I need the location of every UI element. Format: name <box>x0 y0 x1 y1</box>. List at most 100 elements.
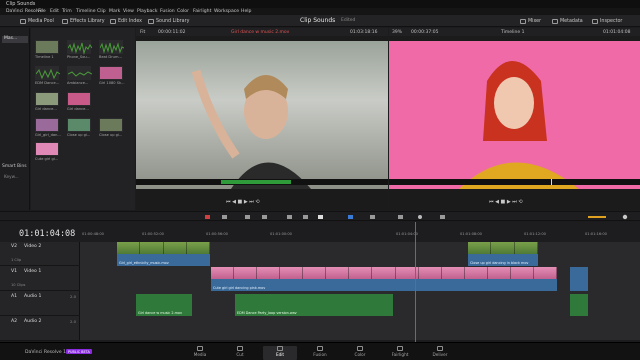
metadata-button[interactable]: Metadata <box>552 17 583 25</box>
audio-clip-small[interactable] <box>570 294 588 316</box>
source-viewer: Fit 00:00:11:02 Girl dance w music 2.mov… <box>136 28 388 210</box>
smart-bins-heading[interactable]: Smart Bins <box>2 164 27 169</box>
list-icon <box>110 18 116 24</box>
timeline-timecode: 01:01:04:08 <box>19 229 76 239</box>
page-label: Color <box>354 352 366 357</box>
media-clip[interactable]: Girl dance... <box>67 92 93 114</box>
clip-label: Timeline 1 <box>35 55 54 59</box>
page-deliver[interactable]: Deliver <box>423 346 457 357</box>
source-zoom[interactable]: Fit <box>140 30 145 35</box>
timeline-clip-small[interactable] <box>570 267 588 291</box>
source-tc-out: 01:03:18:16 <box>350 29 378 35</box>
media-clip[interactable]: Girl 1080 Sk... <box>99 66 125 88</box>
clip-label: Close up gi... <box>99 133 123 137</box>
source-audio-scrubber[interactable] <box>136 179 388 185</box>
brand-name: DaVinci Resolve 16 <box>25 350 69 355</box>
track-name[interactable]: Audio 1 <box>24 294 41 299</box>
source-transport-controls[interactable]: ⏮ ◀ ■ ▶ ⏭ ⟲ <box>226 199 260 205</box>
clip-label: Phone_Sou... <box>67 55 91 59</box>
clip-thumbnail <box>99 40 125 54</box>
timeline-clip[interactable]: Close up girl dancing in black mov <box>468 242 538 266</box>
media-clip[interactable]: Girl dance... <box>35 92 61 114</box>
master-bin[interactable]: Mas... <box>2 36 28 43</box>
mixer-button[interactable]: Mixer <box>520 17 541 25</box>
page-label: Edit <box>275 352 285 357</box>
clip-label: Girl_girl_dan... <box>35 133 61 137</box>
effects-icon <box>62 18 68 24</box>
track-name[interactable]: Video 2 <box>24 244 41 249</box>
media-clip[interactable]: Phone_Sou... <box>67 40 93 62</box>
clip-label: Close up gi... <box>67 133 91 137</box>
track-header-v2[interactable]: V2 Video 2 1 Clip <box>0 242 80 266</box>
sound-library-label: Sound Library <box>156 18 190 24</box>
menu-help[interactable]: Help <box>241 9 251 14</box>
media-clip[interactable]: Cute girl gi... <box>35 142 61 164</box>
ruler-tick: 01:00:48:00 <box>82 232 104 236</box>
effects-library-label: Effects Library <box>70 18 105 24</box>
timeline-clip[interactable]: Girl_girl_ethnicity_music.mov <box>117 242 210 266</box>
media-clip[interactable]: Beat Drum... <box>99 40 125 62</box>
sound-library-button[interactable]: Sound Library <box>148 17 189 25</box>
menu-view[interactable]: View <box>123 9 134 14</box>
media-pool-button[interactable]: Media Pool <box>20 17 54 25</box>
track-header-a1[interactable]: A1 Audio 1 2.0 <box>0 292 80 316</box>
menu-fusion[interactable]: Fusion <box>160 9 175 14</box>
timeline-tc-out: 01:01:04:08 <box>603 29 631 35</box>
media-clip[interactable]: Close up gi... <box>99 118 125 140</box>
timeline-ruler[interactable]: 01:00:48:00 01:00:52:00 01:00:56:00 01:0… <box>80 222 640 242</box>
menu-timeline[interactable]: Timeline <box>76 9 96 14</box>
menu-clip[interactable]: Clip <box>97 9 106 14</box>
track-header-v1[interactable]: V1 Video 1 10 Clips <box>0 267 80 291</box>
effects-library-button[interactable]: Effects Library <box>62 17 105 25</box>
clip-label: Cute girl gi... <box>35 157 59 161</box>
page-fairlight[interactable]: Fairlight <box>383 346 417 357</box>
timeline-clip[interactable]: Cute girl girl dancing pink.mov <box>211 267 557 291</box>
track-header-a2[interactable]: A2 Audio 2 2.0 <box>0 317 80 341</box>
menu-color[interactable]: Color <box>177 9 189 14</box>
media-pool-label: Media Pool <box>28 18 54 24</box>
page-cut[interactable]: Cut <box>223 346 257 357</box>
waveform-icon <box>35 68 61 80</box>
track-name[interactable]: Video 1 <box>24 269 41 274</box>
fusion-page-icon <box>317 346 323 351</box>
menu-edit[interactable]: Edit <box>50 9 59 14</box>
page-color[interactable]: Color <box>343 346 377 357</box>
source-clip-name[interactable]: Girl dance w music 2.mov <box>231 30 289 35</box>
timeline-scrubber[interactable] <box>389 179 640 185</box>
ruler-tick: 01:01:00:00 <box>270 232 292 236</box>
timeline-video-frame[interactable] <box>389 41 640 189</box>
page-fusion[interactable]: Fusion <box>303 346 337 357</box>
waveform-icon <box>99 42 125 54</box>
track-name[interactable]: Audio 2 <box>24 319 41 324</box>
media-page-icon <box>197 346 203 351</box>
timeline-scrub-marker <box>551 179 552 185</box>
menu-playback[interactable]: Playback <box>137 9 158 14</box>
timeline-name[interactable]: Timeline 1 <box>501 30 524 35</box>
media-clip[interactable]: Close up gi... <box>67 118 93 140</box>
audio-clip[interactable]: Girl dance w music 2.mov <box>136 294 192 316</box>
edit-index-button[interactable]: Edit Index <box>110 17 142 25</box>
media-clip[interactable]: Ambiance... <box>67 66 93 88</box>
clip-label: Beat Drum... <box>99 55 122 59</box>
dancer-image <box>191 69 311 189</box>
menu-fairlight[interactable]: Fairlight <box>193 9 211 14</box>
clip-label: Girl 1080 Sk... <box>99 81 125 85</box>
source-video-frame[interactable] <box>136 41 388 189</box>
timeline-transport-controls[interactable]: ⏮ ◀ ■ ▶ ⏭ ⟲ <box>489 199 523 205</box>
audio-clip[interactable]: EDM Dance Party_loop version.wav <box>235 294 393 316</box>
media-clip[interactable]: Girl_girl_dan... <box>35 118 61 140</box>
menu-mark[interactable]: Mark <box>109 9 120 14</box>
page-media[interactable]: Media <box>183 346 217 357</box>
menu-trim[interactable]: Trim <box>62 9 72 14</box>
inspector-button[interactable]: Inspector <box>592 17 622 25</box>
timeline-playhead[interactable] <box>415 222 416 342</box>
menu-workspace[interactable]: Workspace <box>214 9 239 14</box>
track-headers: V2 Video 2 1 Clip V1 Video 1 10 Clips A1… <box>0 242 80 341</box>
keywords-bin[interactable]: Keyw... <box>4 174 19 179</box>
page-edit[interactable]: Edit <box>263 346 297 360</box>
source-viewer-header: Fit 00:00:11:02 Girl dance w music 2.mov… <box>136 28 388 36</box>
timeline-zoom[interactable]: 39% <box>392 30 402 35</box>
media-clip[interactable]: EDM Dance... <box>35 66 61 88</box>
menu-file[interactable]: File <box>38 9 46 14</box>
media-clip[interactable]: Timeline 1 <box>35 40 61 62</box>
